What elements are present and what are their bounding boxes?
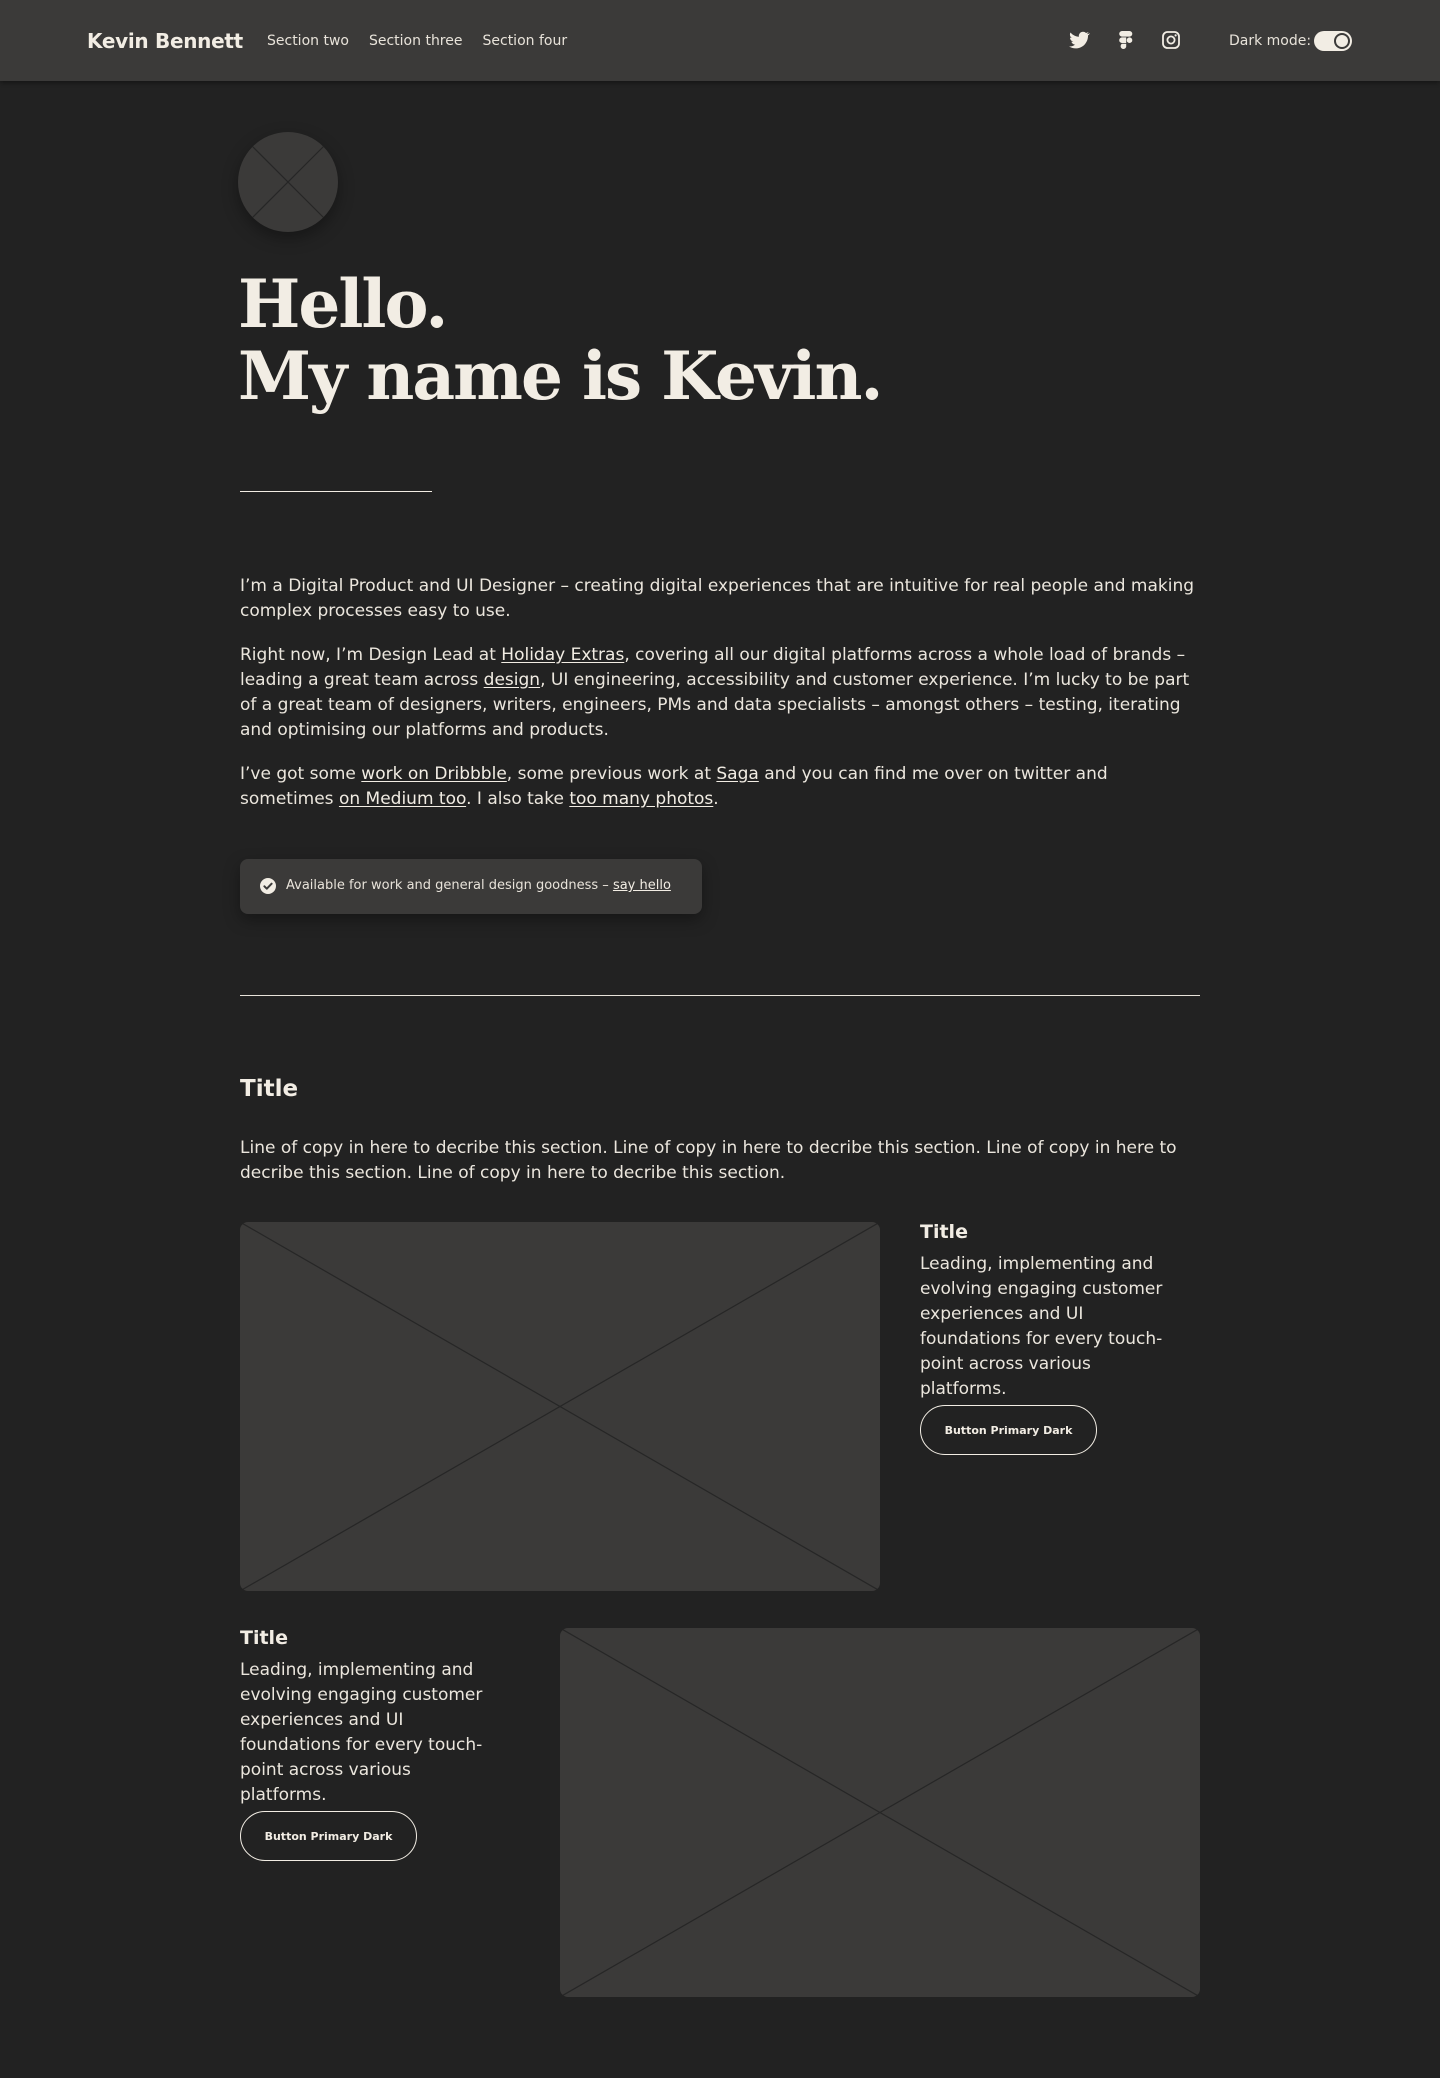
twitter-icon[interactable] xyxy=(1067,28,1091,52)
section-nav: Section two Section three Section four xyxy=(267,33,567,49)
medium-link[interactable]: on Medium too xyxy=(339,789,466,809)
hero-line-2: My name is Kevin. xyxy=(238,337,883,415)
intro-p2-text: Right now, I’m Design Lead at xyxy=(240,645,502,665)
section-copy: Line of copy in here to decribe this sec… xyxy=(240,1138,1177,1183)
intro-p3-text: . I also take xyxy=(466,789,570,809)
nav-link-section-two[interactable]: Section two xyxy=(267,33,349,49)
primary-dark-button[interactable]: Button Primary Dark xyxy=(920,1405,1097,1455)
hero-heading: Hello. My name is Kevin. xyxy=(238,265,883,415)
nav-link-section-four[interactable]: Section four xyxy=(483,33,568,49)
holiday-extras-link[interactable]: Holiday Extras xyxy=(501,645,624,665)
availability-copy: Available for work and general design go… xyxy=(286,878,613,893)
card-text: Leading, implementing and evolving engag… xyxy=(920,1254,1163,1399)
intro-paragraph-2: Right now, I’m Design Lead at Holiday Ex… xyxy=(240,643,1202,743)
intro-paragraph-3: I’ve got some work on Dribbble, some pre… xyxy=(240,762,1202,812)
hero-divider xyxy=(240,491,432,492)
primary-dark-button[interactable]: Button Primary Dark xyxy=(240,1811,417,1861)
photos-link[interactable]: too many photos xyxy=(569,789,713,809)
dribbble-link[interactable]: work on Dribbble xyxy=(361,764,506,784)
card-title: Title xyxy=(240,1627,288,1649)
intro-p3-text: , some previous work at xyxy=(506,764,717,784)
figma-icon[interactable] xyxy=(1114,28,1138,52)
instagram-icon[interactable] xyxy=(1159,28,1183,52)
avatar-placeholder xyxy=(238,132,338,232)
card-text: Leading, implementing and evolving engag… xyxy=(240,1660,483,1805)
dark-mode-toggle[interactable] xyxy=(1314,31,1352,51)
card-title: Title xyxy=(920,1221,968,1243)
dark-mode-label: Dark mode: xyxy=(1229,33,1312,49)
image-placeholder xyxy=(240,1222,880,1591)
intro-text: I’m a Digital Product and UI Designer – … xyxy=(240,574,1202,831)
image-placeholder xyxy=(560,1628,1200,1997)
check-circle-icon xyxy=(260,878,276,894)
saga-link[interactable]: Saga xyxy=(716,764,758,784)
availability-text: Available for work and general design go… xyxy=(286,878,671,893)
toggle-knob xyxy=(1334,33,1350,49)
brand-logo[interactable]: Kevin Bennett xyxy=(87,29,243,53)
availability-banner: Available for work and general design go… xyxy=(240,859,702,914)
intro-p3-text: . xyxy=(713,789,719,809)
section-title: Title xyxy=(240,1076,299,1102)
top-nav: Kevin Bennett Section two Section three … xyxy=(0,0,1440,81)
hero-line-1: Hello. xyxy=(238,265,448,343)
design-link[interactable]: design xyxy=(484,670,540,690)
intro-paragraph-1: I’m a Digital Product and UI Designer – … xyxy=(240,576,1195,621)
nav-link-section-three[interactable]: Section three xyxy=(369,33,463,49)
section-divider xyxy=(240,995,1200,996)
intro-p3-text: I’ve got some xyxy=(240,764,362,784)
say-hello-link[interactable]: say hello xyxy=(613,878,671,893)
